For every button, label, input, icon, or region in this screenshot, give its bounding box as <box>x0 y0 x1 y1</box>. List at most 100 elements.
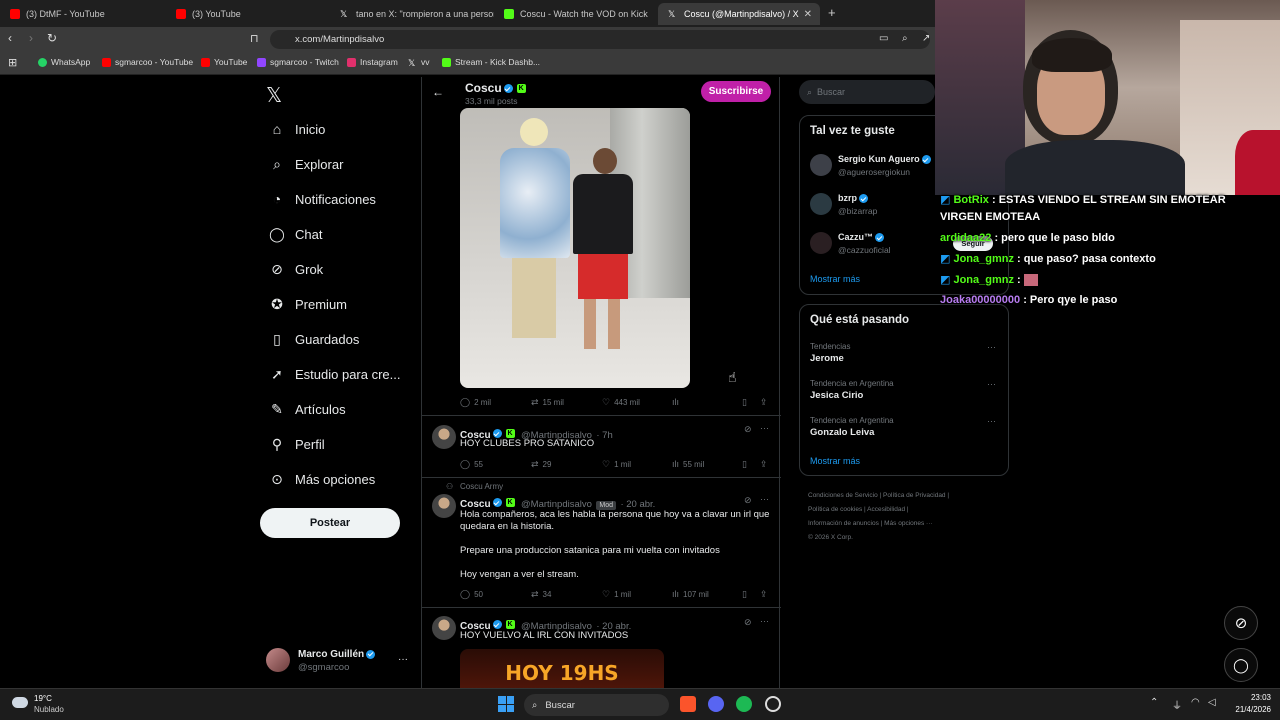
tweet-time[interactable]: · 7h <box>596 430 612 441</box>
bookmark-page-icon[interactable]: ⊓ <box>250 32 259 45</box>
bookmark-youtube-channel[interactable]: sgmarcoo - YouTube <box>102 57 193 67</box>
post-button[interactable]: Postear <box>260 508 400 538</box>
tweet-avatar[interactable] <box>432 425 456 449</box>
messages-fab-icon[interactable]: ◯ <box>1224 648 1258 682</box>
like-button[interactable]: ♡ 1 mil <box>602 459 631 470</box>
trend-name[interactable]: Jesica Cirio <box>810 390 863 401</box>
x-logo-icon[interactable]: 𝕏 <box>266 83 282 108</box>
chat-username[interactable]: ardidaa22 <box>940 232 991 244</box>
browser-tab[interactable]: 𝕏tano en X: "rompieron a una persona <box>330 3 494 25</box>
retweet-button[interactable]: ⇄ 29 <box>531 459 551 470</box>
browser-tab[interactable]: (3) YouTube <box>166 3 332 25</box>
spotify-icon[interactable] <box>736 696 752 712</box>
share-icon[interactable]: ↗ <box>922 33 930 44</box>
reply-button[interactable]: ◯ 55 <box>460 459 483 470</box>
nav-profile[interactable]: ⚲ Perfil <box>267 436 325 453</box>
apps-grid-icon[interactable]: ⊞ <box>8 56 17 69</box>
clock-time[interactable]: 23:03 <box>1226 693 1271 702</box>
user-avatar[interactable] <box>810 154 832 176</box>
user-name[interactable]: Cazzu™ <box>838 232 886 243</box>
nav-more[interactable]: ⊙ Más opciones <box>267 471 375 488</box>
nav-premium[interactable]: ✪ Premium <box>267 296 347 313</box>
user-avatar[interactable] <box>810 232 832 254</box>
back-arrow-icon[interactable]: ← <box>432 85 444 99</box>
cast-icon[interactable]: ▭ <box>879 33 888 44</box>
footer-link[interactable]: Información de anuncios <box>808 520 879 527</box>
nav-creator-studio[interactable]: ➚ Estudio para cre... <box>267 366 400 383</box>
new-tab-icon[interactable]: + <box>828 5 836 20</box>
search-input[interactable]: ⌕ Buscar <box>799 80 935 104</box>
bookmark-button[interactable]: ▯ <box>742 459 751 470</box>
volume-icon[interactable]: ◁ <box>1208 697 1216 708</box>
windows-start-icon[interactable] <box>498 696 514 712</box>
retweet-button[interactable]: ⇄ 34 <box>531 589 551 600</box>
nav-grok[interactable]: ⊘ Grok <box>267 261 323 278</box>
trend-more-icon[interactable]: ··· <box>987 379 996 389</box>
chevron-up-icon[interactable]: ⌃ <box>1150 697 1158 708</box>
bookmark-twitch[interactable]: sgmarcoo - Twitch <box>257 57 339 67</box>
user-avatar[interactable] <box>810 193 832 215</box>
nav-explore[interactable]: ⌕ Explorar <box>267 156 343 173</box>
grok-explain-icon[interactable]: ⊘ <box>744 617 752 628</box>
footer-link[interactable]: Condiciones de Servicio <box>808 492 878 499</box>
user-name[interactable]: bzrp <box>838 193 870 204</box>
bookmark-kick[interactable]: Stream - Kick Dashb... <box>442 57 540 67</box>
views-button[interactable]: ılı 55 mil <box>672 459 704 469</box>
grok-fab-icon[interactable]: ⊘ <box>1224 606 1258 640</box>
brave-icon[interactable] <box>680 696 696 712</box>
footer-link[interactable]: Política de cookies <box>808 506 862 513</box>
reload-icon[interactable]: ↻ <box>47 31 57 45</box>
clock-date[interactable]: 21/4/2026 <box>1222 705 1271 714</box>
reply-button[interactable]: ◯ 50 <box>460 589 483 600</box>
share-button[interactable]: ⇪ <box>760 589 772 600</box>
like-button[interactable]: ♡ 443 mil <box>602 397 640 408</box>
share-button[interactable]: ⇪ <box>760 459 772 470</box>
tweet-more-icon[interactable]: ··· <box>760 616 769 626</box>
bookmark-button[interactable]: ▯ <box>742 589 751 600</box>
nav-articles[interactable]: ✎ Artículos <box>267 401 345 418</box>
tweet-more-icon[interactable]: ··· <box>760 494 769 504</box>
nav-home[interactable]: ⌂ Inicio <box>267 121 326 137</box>
wifi-icon[interactable]: ◠ <box>1191 697 1200 708</box>
bookmark-button[interactable]: ▯ <box>742 397 751 408</box>
footer-link[interactable]: Política de Privacidad <box>883 492 946 499</box>
tweet-avatar[interactable] <box>432 494 456 518</box>
tweet-more-icon[interactable]: ··· <box>760 423 769 433</box>
retweet-button[interactable]: ⇄ 15 mil <box>531 397 564 408</box>
user-name[interactable]: Sergio Kun Aguero <box>838 154 933 165</box>
browser-tab[interactable]: Coscu - Watch the VOD on Kick <box>494 3 658 25</box>
browser-tab-active[interactable]: 𝕏 Coscu (@Martinpdisalvo) / X ✕ <box>658 3 820 25</box>
forward-icon[interactable]: › <box>29 31 33 45</box>
account-avatar[interactable] <box>266 648 290 672</box>
browser-tab[interactable]: (3) DtMF - YouTube <box>0 3 168 25</box>
tweet-avatar[interactable] <box>432 616 456 640</box>
reply-button[interactable]: ◯ 2 mil <box>460 397 491 408</box>
discord-icon[interactable] <box>708 696 724 712</box>
bookmark-youtube[interactable]: YouTube <box>201 57 247 67</box>
account-name[interactable]: Marco Guillén <box>298 649 377 660</box>
like-button[interactable]: ♡ 1 mil <box>602 589 631 600</box>
trend-name[interactable]: Gonzalo Leiva <box>810 427 874 438</box>
app-icon[interactable] <box>765 696 781 712</box>
trend-more-icon[interactable]: ··· <box>987 416 996 426</box>
community-label[interactable]: Coscu Army <box>460 482 503 491</box>
chat-username[interactable]: BotRix <box>953 194 988 206</box>
views-button[interactable]: ılı 107 mil <box>672 589 709 599</box>
footer-link[interactable]: Más opciones ··· <box>884 520 932 527</box>
taskbar-search[interactable]: ⌕ Buscar <box>524 694 669 716</box>
views-button[interactable]: ılı <box>672 397 683 407</box>
bookmark-instagram[interactable]: Instagram <box>347 57 398 67</box>
show-more-link[interactable]: Mostrar más <box>810 456 860 466</box>
nav-chat[interactable]: ◯ Chat <box>267 226 322 243</box>
weather-temp[interactable]: 19°C <box>34 694 52 703</box>
chat-username[interactable]: Joaka00000000 <box>940 294 1020 306</box>
chat-username[interactable]: Jona_gmnz <box>953 253 1014 265</box>
footer-link[interactable]: Accesibilidad <box>867 506 905 513</box>
account-more-icon[interactable]: ··· <box>398 654 408 665</box>
back-icon[interactable]: ‹ <box>8 31 12 45</box>
chat-username[interactable]: Jona_gmnz <box>953 274 1014 286</box>
subscribe-button[interactable]: Suscribirse <box>701 81 771 102</box>
grok-explain-icon[interactable]: ⊘ <box>744 424 752 435</box>
trend-name[interactable]: Jerome <box>810 353 844 364</box>
nav-bookmarks[interactable]: ▯ Guardados <box>267 331 359 348</box>
